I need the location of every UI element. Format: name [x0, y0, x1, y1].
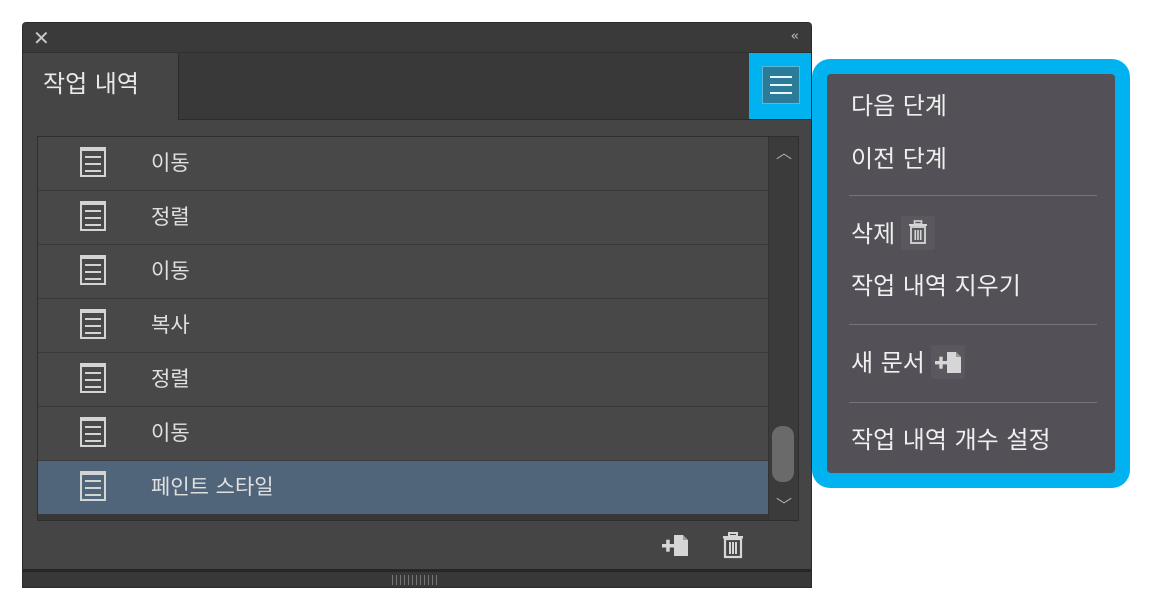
- panel-menu-highlight: [749, 53, 811, 119]
- scroll-down-icon[interactable]: ﹀: [769, 494, 799, 518]
- menu-item-label: 이전 단계: [851, 145, 947, 173]
- hamburger-icon: [770, 76, 792, 78]
- history-item[interactable]: 정렬: [38, 191, 768, 245]
- hamburger-icon: [770, 92, 792, 94]
- hamburger-icon: [770, 84, 792, 86]
- panel-menu-button[interactable]: [762, 66, 800, 104]
- document-icon: [80, 309, 106, 339]
- menu-item-label: 작업 내역 지우기: [851, 272, 1021, 300]
- vertical-scrollbar[interactable]: ︿ ﹀: [768, 137, 798, 520]
- panel-footer: [23, 521, 811, 569]
- document-icon: [80, 255, 106, 285]
- flyout-menu-highlight: 다음 단계 이전 단계 삭제 작업 내역 지우기 새 문서 작업 내역 개수 설…: [812, 59, 1130, 488]
- scrollbar-thumb[interactable]: [772, 426, 794, 482]
- new-document-icon: [930, 345, 965, 379]
- history-item-label: 정렬: [151, 367, 190, 391]
- trash-icon: [723, 532, 743, 559]
- history-item-label: 이동: [151, 421, 190, 445]
- history-item-label: 복사: [151, 313, 190, 337]
- menu-item-next-step[interactable]: 다음 단계: [851, 90, 947, 122]
- history-item[interactable]: 복사: [38, 299, 768, 353]
- document-icon: [80, 363, 106, 393]
- history-panel: ✕ ‹‹ 작업 내역 이동 정렬 이동 복사 정렬 이동 페인트 스타일 ︿ ﹀: [22, 22, 812, 588]
- panel-titlebar: ✕ ‹‹: [23, 23, 811, 53]
- menu-item-label: 새 문서: [851, 349, 925, 377]
- tab-bar: 작업 내역: [23, 53, 811, 120]
- document-icon: [80, 417, 106, 447]
- close-icon[interactable]: ✕: [33, 25, 50, 51]
- menu-item-label: 작업 내역 개수 설정: [851, 426, 1051, 454]
- menu-item-label: 다음 단계: [851, 92, 947, 120]
- history-item-label: 페인트 스타일: [151, 475, 274, 499]
- menu-item-label: 삭제: [851, 220, 896, 248]
- resize-grip[interactable]: [23, 569, 811, 587]
- history-item[interactable]: 이동: [38, 137, 768, 191]
- menu-separator: [849, 195, 1097, 196]
- document-icon: [80, 147, 106, 177]
- menu-item-new-document[interactable]: 새 문서: [851, 345, 965, 381]
- history-item-label: 정렬: [151, 205, 190, 229]
- history-item[interactable]: 이동: [38, 245, 768, 299]
- document-icon: [80, 201, 106, 231]
- new-document-icon: [662, 535, 688, 556]
- tab-history[interactable]: 작업 내역: [23, 53, 179, 120]
- menu-item-history-options[interactable]: 작업 내역 개수 설정: [851, 424, 1051, 456]
- collapse-icon[interactable]: ‹‹: [791, 29, 800, 45]
- history-item[interactable]: 이동: [38, 407, 768, 461]
- document-icon: [80, 471, 106, 501]
- scroll-up-icon[interactable]: ︿: [769, 141, 799, 165]
- menu-separator: [849, 324, 1097, 325]
- delete-button[interactable]: [717, 529, 749, 561]
- menu-item-previous-step[interactable]: 이전 단계: [851, 143, 947, 175]
- flyout-menu: 다음 단계 이전 단계 삭제 작업 내역 지우기 새 문서 작업 내역 개수 설…: [827, 74, 1115, 473]
- grip-lines: [392, 575, 438, 585]
- history-item-label: 이동: [151, 151, 190, 175]
- history-item-selected[interactable]: 페인트 스타일: [38, 461, 768, 515]
- history-item-label: 이동: [151, 259, 190, 283]
- menu-separator: [849, 402, 1097, 403]
- history-list-container: 이동 정렬 이동 복사 정렬 이동 페인트 스타일 ︿ ﹀: [37, 136, 799, 521]
- history-item[interactable]: 정렬: [38, 353, 768, 407]
- trash-icon: [901, 216, 936, 250]
- history-list: 이동 정렬 이동 복사 정렬 이동 페인트 스타일: [38, 137, 768, 520]
- new-document-button[interactable]: [659, 529, 691, 561]
- menu-item-clear-history[interactable]: 작업 내역 지우기: [851, 270, 1021, 302]
- menu-item-delete[interactable]: 삭제: [851, 216, 936, 252]
